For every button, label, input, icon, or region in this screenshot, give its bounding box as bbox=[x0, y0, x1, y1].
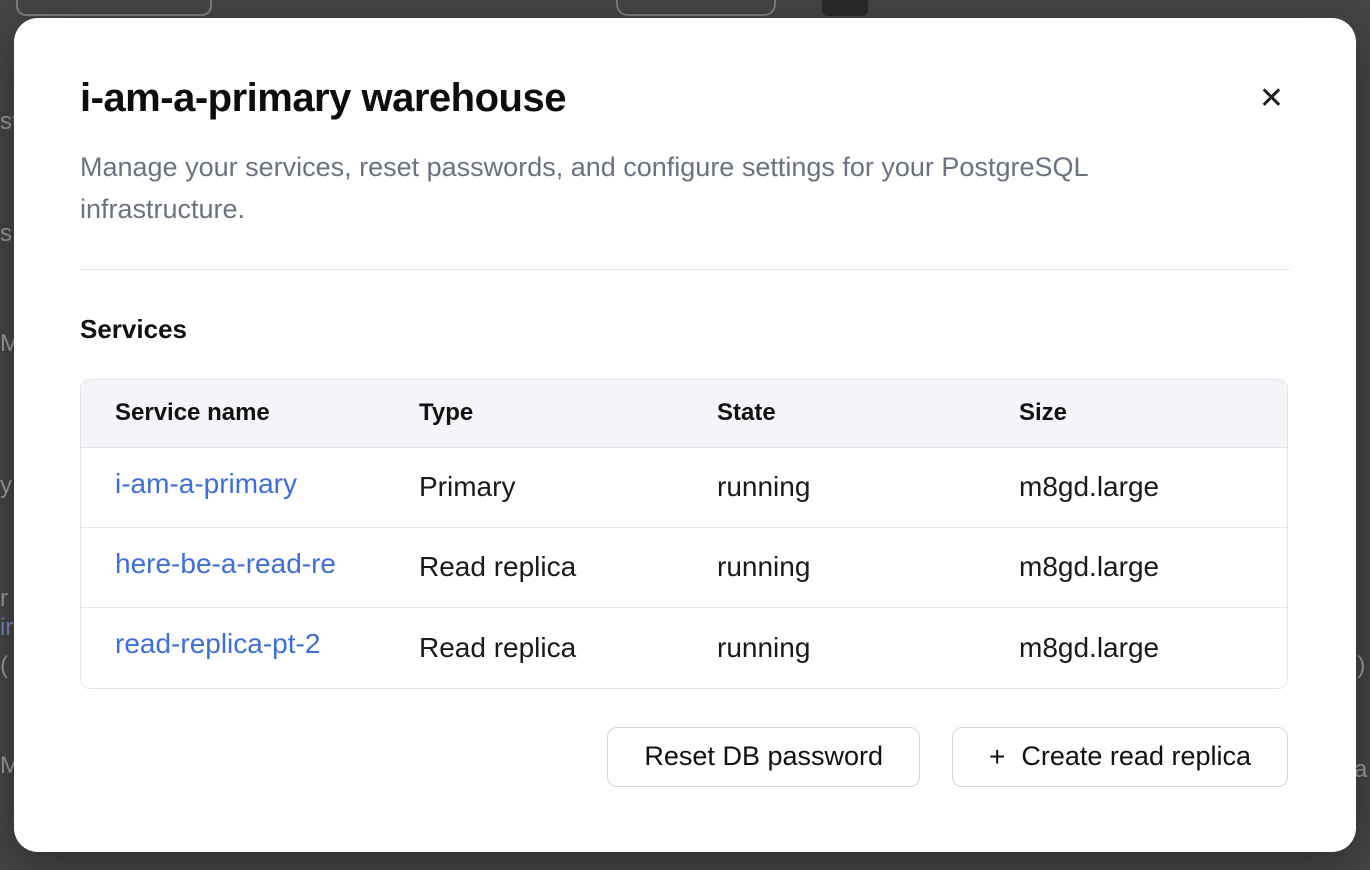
service-size: m8gd.large bbox=[1019, 471, 1287, 503]
column-header-state: State bbox=[717, 399, 1019, 427]
close-icon[interactable]: ✕ bbox=[1253, 78, 1290, 120]
background-button-outline bbox=[16, 0, 212, 16]
table-header-row: Service name Type State Size bbox=[81, 380, 1287, 448]
page-title: i-am-a-primary warehouse bbox=[80, 76, 566, 121]
reset-db-password-label: Reset DB password bbox=[644, 741, 883, 772]
service-type: Read replica bbox=[419, 632, 717, 664]
background-text-fragment: s bbox=[0, 220, 12, 248]
column-header-service-name: Service name bbox=[115, 399, 419, 427]
dialog-header: i-am-a-primary warehouse ✕ bbox=[80, 76, 1290, 121]
service-type: Primary bbox=[419, 471, 717, 503]
warehouse-dialog: i-am-a-primary warehouse ✕ Manage your s… bbox=[14, 18, 1356, 852]
create-read-replica-button[interactable]: + Create read replica bbox=[952, 727, 1288, 787]
background-link-fragment: ir bbox=[0, 614, 13, 642]
service-name-link[interactable]: i-am-a-primary bbox=[115, 468, 297, 500]
column-header-type: Type bbox=[419, 399, 717, 427]
table-row: read-replica-pt-2 Read replica running m… bbox=[81, 608, 1287, 688]
reset-db-password-button[interactable]: Reset DB password bbox=[607, 727, 920, 787]
service-name-link[interactable]: here-be-a-read-re bbox=[115, 548, 336, 580]
plus-icon: + bbox=[989, 743, 1005, 771]
create-read-replica-label: Create read replica bbox=[1021, 741, 1251, 772]
table-row: here-be-a-read-re Read replica running m… bbox=[81, 528, 1287, 608]
services-heading: Services bbox=[80, 314, 1290, 345]
dialog-description: Manage your services, reset passwords, a… bbox=[80, 147, 1210, 231]
service-size: m8gd.large bbox=[1019, 551, 1287, 583]
service-state: running bbox=[717, 471, 1019, 503]
background-button-outline bbox=[616, 0, 776, 16]
column-header-size: Size bbox=[1019, 399, 1287, 427]
background-dark-element bbox=[822, 0, 868, 16]
divider bbox=[80, 269, 1290, 270]
service-type: Read replica bbox=[419, 551, 717, 583]
service-state: running bbox=[717, 551, 1019, 583]
background-text-fragment: ( bbox=[0, 652, 8, 680]
dialog-actions: Reset DB password + Create read replica bbox=[80, 727, 1288, 787]
service-size: m8gd.large bbox=[1019, 632, 1287, 664]
services-table: Service name Type State Size i-am-a-prim… bbox=[80, 379, 1288, 689]
background-text-fragment: r bbox=[0, 585, 8, 613]
table-row: i-am-a-primary Primary running m8gd.larg… bbox=[81, 448, 1287, 528]
service-name-link[interactable]: read-replica-pt-2 bbox=[115, 628, 320, 660]
service-state: running bbox=[717, 632, 1019, 664]
background-text-fragment: y bbox=[0, 472, 12, 500]
